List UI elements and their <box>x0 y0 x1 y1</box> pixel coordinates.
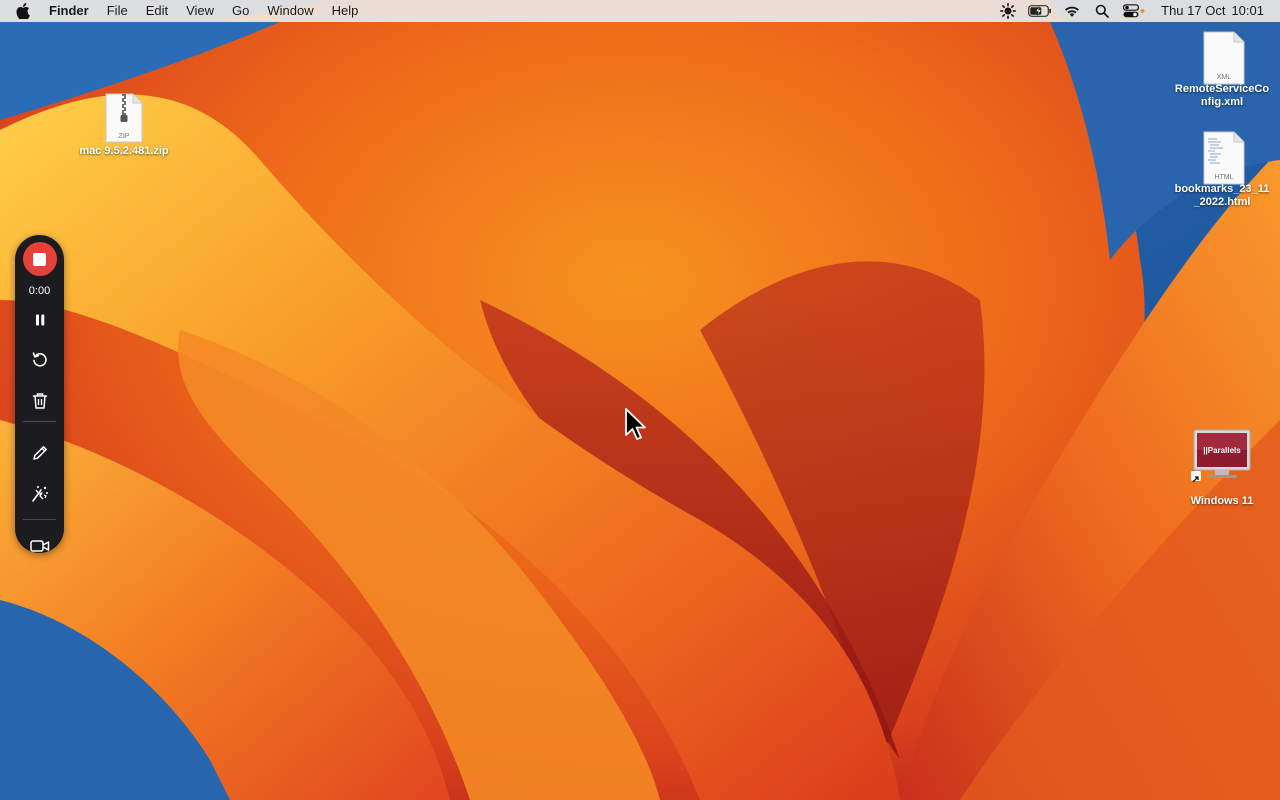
desktop-icon-windows-11-vm[interactable]: ||Parallels Windows 11 <box>1167 429 1277 508</box>
restart-recording-button[interactable] <box>15 349 64 371</box>
html-type-text: HTML <box>1214 174 1233 181</box>
trash-icon <box>32 393 47 409</box>
menu-file[interactable]: File <box>98 0 137 22</box>
desktop-screen: Finder File Edit View Go Window Help Thu… <box>0 0 1280 800</box>
toolbar-divider <box>23 519 56 520</box>
control-center-icon[interactable] <box>1119 0 1149 22</box>
zip-type-text: ZIP <box>119 133 130 140</box>
desktop-icon-label: mac 9.5.2.481.zip <box>79 145 169 157</box>
desktop-icon-label: Windows 11 <box>1190 495 1254 507</box>
effects-button[interactable] <box>15 483 64 505</box>
menu-go[interactable]: Go <box>223 0 258 22</box>
clock-date: Thu 17 Oct <box>1161 3 1226 18</box>
html-file-icon: HTML <box>1203 131 1245 185</box>
alias-arrow-icon <box>1191 471 1201 483</box>
desktop-wallpaper <box>0 0 1280 800</box>
zip-file-icon: ZIP <box>105 93 143 143</box>
video-camera-icon <box>29 540 49 552</box>
pencil-icon <box>32 446 47 460</box>
recording-timer: 0:00 <box>28 285 51 297</box>
pause-icon <box>35 314 44 326</box>
apple-logo-icon[interactable] <box>6 0 40 22</box>
mouse-pointer-icon <box>624 407 648 448</box>
menu-help[interactable]: Help <box>323 0 368 22</box>
parallels-vm-icon: ||Parallels <box>1191 429 1251 483</box>
restart-icon <box>32 352 47 367</box>
battery-icon[interactable] <box>1025 0 1055 22</box>
menu-app-finder[interactable]: Finder <box>40 0 98 22</box>
desktop-icon-xml-file[interactable]: XML RemoteServiceConfig.xml <box>1167 31 1277 109</box>
menu-edit[interactable]: Edit <box>137 0 177 22</box>
magic-wand-icon <box>31 486 48 502</box>
pause-recording-button[interactable] <box>15 309 64 331</box>
parallels-badge-text: ||Parallels <box>1203 446 1241 455</box>
menu-view[interactable]: View <box>177 0 223 22</box>
xml-type-text: XML <box>1217 74 1232 81</box>
clock-time: 10:01 <box>1231 3 1264 18</box>
desktop-icon-html-file[interactable]: HTML bookmarks_23_11_2022.html <box>1167 131 1277 209</box>
desktop-icon-label: RemoteServiceConfig.xml <box>1174 83 1270 108</box>
desktop-icon-zip-file[interactable]: ZIP mac 9.5.2.481.zip <box>69 93 179 158</box>
menubar-clock[interactable]: Thu 17 Oct 10:01 <box>1161 0 1264 22</box>
stop-icon <box>22 242 57 276</box>
draw-button[interactable] <box>15 442 64 464</box>
delete-recording-button[interactable] <box>15 390 64 412</box>
menu-bar: Finder File Edit View Go Window Help Thu… <box>0 0 1280 22</box>
toolbar-divider <box>23 421 56 422</box>
xml-file-icon: XML <box>1203 31 1245 85</box>
wifi-icon[interactable] <box>1059 0 1085 22</box>
camera-toggle-button[interactable] <box>15 535 64 557</box>
stop-recording-button[interactable] <box>15 242 64 276</box>
screen-recorder-toolbar: 0:00 <box>15 235 64 553</box>
spotlight-search-icon[interactable] <box>1089 0 1115 22</box>
desktop-icon-label: bookmarks_23_11_2022.html <box>1174 183 1270 208</box>
brightness-icon[interactable] <box>995 0 1021 22</box>
menu-window[interactable]: Window <box>258 0 322 22</box>
